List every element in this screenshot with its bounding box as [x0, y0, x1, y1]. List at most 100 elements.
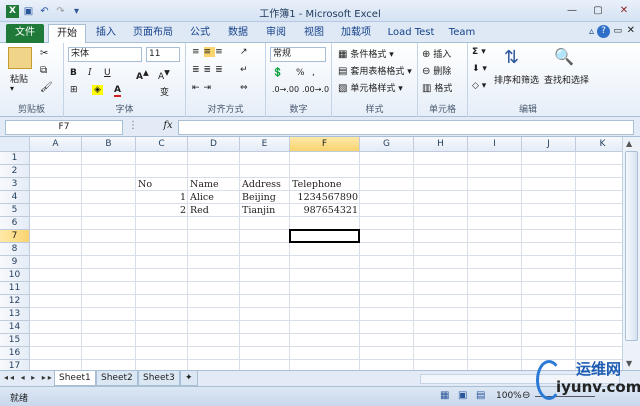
maximize-icon[interactable]: ▢: [586, 2, 610, 18]
column-header-c[interactable]: C: [136, 137, 188, 152]
tab-view[interactable]: 视图: [298, 24, 330, 43]
decrease-decimal-icon[interactable]: .00→.0: [302, 85, 329, 94]
autosum-icon[interactable]: Σ ▾: [472, 47, 486, 57]
format-painter-icon[interactable]: 🖌: [40, 82, 53, 93]
tab-home[interactable]: 开始: [48, 24, 86, 43]
help-icon[interactable]: ?: [597, 25, 610, 38]
bold-button[interactable]: B: [70, 68, 77, 78]
zoom-out-icon[interactable]: ⊖: [522, 390, 530, 401]
page-break-view-icon[interactable]: ▤: [476, 390, 485, 401]
row-header-16[interactable]: 16: [0, 347, 30, 360]
indent-icons[interactable]: ⇤⇥: [192, 83, 215, 93]
column-header-i[interactable]: I: [468, 137, 522, 152]
grow-font-button[interactable]: A▲: [136, 68, 149, 82]
insert-function-button[interactable]: fx: [160, 120, 176, 135]
copy-icon[interactable]: ⧉: [40, 65, 47, 76]
cell-f5[interactable]: 987654321: [292, 204, 358, 217]
row-header-9[interactable]: 9: [0, 256, 30, 269]
merge-center-icon[interactable]: ⇔: [240, 83, 248, 93]
scroll-up-icon[interactable]: ▲: [626, 139, 632, 148]
cell-e4[interactable]: Beijing: [242, 191, 288, 204]
name-box[interactable]: F7: [5, 120, 123, 135]
row-header-13[interactable]: 13: [0, 308, 30, 321]
row-header-10[interactable]: 10: [0, 269, 30, 282]
cell-e5[interactable]: Tianjin: [242, 204, 288, 217]
vertical-align-icons[interactable]: ≡≡≡: [192, 47, 227, 57]
ribbon-minimize-icon[interactable]: ▵: [589, 26, 594, 37]
percent-icon[interactable]: %: [296, 68, 305, 78]
cell-c3[interactable]: No: [138, 178, 186, 191]
row-header-2[interactable]: 2: [0, 165, 30, 178]
column-header-b[interactable]: B: [82, 137, 136, 152]
column-header-e[interactable]: E: [240, 137, 290, 152]
comma-icon[interactable]: ,: [312, 68, 315, 78]
cut-icon[interactable]: ✂: [40, 48, 48, 59]
tab-team[interactable]: Team: [444, 24, 480, 43]
find-select-button[interactable]: 查找和选择: [544, 73, 589, 86]
conditional-format-button[interactable]: ▦ 条件格式 ▾: [338, 47, 394, 60]
row-header-4[interactable]: 4: [0, 191, 30, 204]
row-header-12[interactable]: 12: [0, 295, 30, 308]
column-header-k[interactable]: K: [576, 137, 622, 152]
number-format-combo[interactable]: 常规: [270, 47, 326, 62]
sort-filter-button[interactable]: 排序和筛选: [494, 73, 539, 86]
italic-button[interactable]: I: [88, 68, 92, 78]
row-header-8[interactable]: 8: [0, 243, 30, 256]
zoom-level[interactable]: 100%: [496, 391, 522, 401]
vertical-scroll-thumb[interactable]: [625, 151, 638, 341]
wrap-text-icon[interactable]: ↵: [240, 65, 248, 75]
row-header-7[interactable]: 7: [0, 230, 30, 243]
vertical-scrollbar[interactable]: ▲ ▼: [622, 137, 640, 370]
restore-workbook-icon[interactable]: ▭: [613, 26, 622, 36]
cell-f4[interactable]: 1234567890: [292, 191, 358, 204]
cell-c5[interactable]: 2: [138, 204, 186, 217]
tab-review[interactable]: 审阅: [260, 24, 292, 43]
formula-bar-options-icon[interactable]: ⋮: [128, 120, 138, 131]
tab-page-layout[interactable]: 页面布局: [128, 24, 178, 43]
shrink-font-button[interactable]: A▼: [158, 68, 170, 82]
minimize-icon[interactable]: —: [560, 2, 584, 18]
tab-data[interactable]: 数据: [222, 24, 254, 43]
sheet-tab-sheet1[interactable]: Sheet1: [54, 371, 96, 386]
row-header-11[interactable]: 11: [0, 282, 30, 295]
normal-view-icon[interactable]: ▦: [440, 390, 449, 401]
tab-formulas[interactable]: 公式: [184, 24, 216, 43]
cell-c4[interactable]: 1: [138, 191, 186, 204]
delete-cells-button[interactable]: ⊖ 删除: [422, 64, 451, 77]
format-as-table-button[interactable]: ▤ 套用表格格式 ▾: [338, 64, 412, 77]
font-color-icon[interactable]: A: [114, 85, 121, 97]
cell-d5[interactable]: Red: [190, 204, 238, 217]
sheet-tab-sheet3[interactable]: Sheet3: [138, 371, 180, 386]
column-header-g[interactable]: G: [360, 137, 414, 152]
tab-load-test[interactable]: Load Test: [382, 24, 440, 43]
currency-icon[interactable]: 💲: [272, 68, 283, 78]
row-header-6[interactable]: 6: [0, 217, 30, 230]
paste-dropdown-icon[interactable]: ▾: [10, 84, 14, 93]
orientation-icon[interactable]: ↗: [240, 47, 248, 57]
row-header-5[interactable]: 5: [0, 204, 30, 217]
worksheet-grid[interactable]: A B C D E F G H I J K 1 2 3 4 5 6 7 8 9 10 11 12 13 14 15 16 17 No Na…: [0, 137, 622, 370]
row-header-3[interactable]: 3: [0, 178, 30, 191]
tab-file[interactable]: 文件: [6, 24, 44, 43]
row-header-17[interactable]: 17: [0, 360, 30, 370]
font-size-combo[interactable]: 11: [146, 47, 180, 62]
formula-input[interactable]: [178, 120, 634, 135]
format-cells-button[interactable]: ▥ 格式: [422, 81, 452, 94]
phonetic-button[interactable]: 变: [160, 85, 169, 98]
column-header-f[interactable]: F: [290, 137, 360, 152]
increase-decimal-icon[interactable]: .0→.00: [272, 85, 299, 94]
tab-insert[interactable]: 插入: [90, 24, 122, 43]
sheet-nav-icons[interactable]: ◂◂ ◂ ▸ ▸▸: [4, 373, 54, 382]
tab-addins[interactable]: 加载项: [336, 24, 376, 43]
row-header-14[interactable]: 14: [0, 321, 30, 334]
cell-d3[interactable]: Name: [190, 178, 238, 191]
select-all-button[interactable]: [0, 137, 30, 152]
insert-sheet-icon[interactable]: ✦: [180, 371, 198, 386]
clear-icon[interactable]: ◇ ▾: [472, 81, 486, 91]
paste-icon[interactable]: [8, 47, 32, 69]
column-header-d[interactable]: D: [188, 137, 240, 152]
close-icon[interactable]: ✕: [612, 2, 636, 18]
column-header-j[interactable]: J: [522, 137, 576, 152]
row-header-1[interactable]: 1: [0, 152, 30, 165]
insert-cells-button[interactable]: ⊕ 插入: [422, 47, 451, 60]
